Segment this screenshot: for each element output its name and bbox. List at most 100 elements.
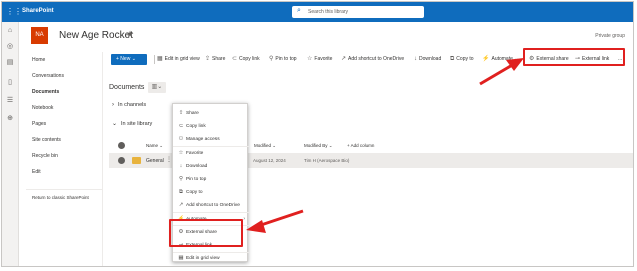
- globe-icon[interactable]: ◎: [5, 42, 15, 52]
- menu-item-manage-access[interactable]: ⚇ Manage access: [173, 133, 249, 145]
- edit-grid-view-button[interactable]: ▦ Edit in grid view: [157, 54, 200, 65]
- download-icon: ↓: [414, 56, 417, 62]
- share-icon: ⇪: [205, 56, 211, 62]
- chevron-down-icon: ⌄: [328, 143, 333, 148]
- command-label: Download: [419, 56, 442, 62]
- star-icon[interactable]: ★: [126, 29, 134, 40]
- menu-item-label: Pin to top: [186, 177, 207, 182]
- copy-to-button[interactable]: ⧉ Copy to: [450, 54, 474, 65]
- chevron-down-icon: ⌄: [112, 121, 118, 127]
- waffle-icon[interactable]: ⋮⋮: [6, 7, 22, 17]
- select-all-checkbox[interactable]: [118, 142, 125, 149]
- nav-item-documents[interactable]: Documents: [32, 89, 59, 95]
- command-label: Pin to top: [275, 56, 297, 62]
- site-logo[interactable]: NA: [31, 27, 48, 44]
- column-header-modified-by[interactable]: Modified By ⌄: [304, 143, 333, 149]
- section-in-site-library[interactable]: ⌄ In site library: [112, 120, 152, 127]
- command-divider: [154, 55, 155, 64]
- row-checkbox[interactable]: [118, 157, 125, 164]
- favorite-button[interactable]: ☆ Favorite: [307, 54, 332, 65]
- highlight-box-context-menu: [169, 219, 243, 247]
- column-label: Name: [146, 143, 159, 148]
- download-icon: ↓: [179, 163, 183, 169]
- share-button[interactable]: ⇪ Share: [205, 54, 225, 65]
- add-icon[interactable]: ⊕: [5, 114, 15, 124]
- star-icon: ☆: [178, 150, 184, 156]
- grid-icon: ▦: [178, 255, 184, 261]
- star-icon: ☆: [307, 56, 313, 62]
- search-box[interactable]: ⌕ Search this library: [292, 6, 424, 18]
- pin-icon: ⚲: [269, 56, 274, 62]
- row-modified: August 12, 2024: [253, 158, 286, 163]
- copy-link-button[interactable]: ⊂ Copy link: [232, 54, 260, 65]
- column-header-modified[interactable]: Modified ⌄: [254, 143, 276, 149]
- column-label: Modified: [254, 143, 272, 148]
- chevron-right-icon: ›: [243, 216, 245, 222]
- privacy-label: Private group: [595, 33, 625, 39]
- folder-icon: [132, 157, 141, 164]
- library-view-icon[interactable]: ▥⌄: [148, 82, 166, 93]
- command-label: Favorite: [314, 56, 333, 62]
- menu-item-label: Add shortcut to OneDrive: [186, 203, 240, 208]
- nav-item-notebook[interactable]: Notebook: [32, 105, 53, 111]
- return-classic-link[interactable]: Return to classic SharePoint: [32, 195, 89, 200]
- suite-bar: ⋮⋮ SharePoint ⌕ Search this library: [2, 2, 633, 22]
- chevron-right-icon: ›: [112, 102, 114, 108]
- highlight-box-command-bar: [523, 48, 625, 66]
- chevron-down-icon: ⌄: [131, 56, 136, 62]
- grid-icon: ▦: [157, 56, 163, 62]
- document-icon[interactable]: ▯: [5, 78, 15, 88]
- command-label: Copy link: [239, 56, 260, 62]
- row-name[interactable]: General: [146, 158, 164, 164]
- command-label: Copy to: [456, 56, 474, 62]
- menu-item-label: Copy link: [186, 124, 206, 129]
- nav-divider: [26, 189, 103, 190]
- library-title[interactable]: Documents: [109, 84, 144, 91]
- command-label: Edit in grid view: [164, 56, 200, 62]
- people-icon: ⚇: [178, 136, 184, 142]
- menu-item-edit-grid-view[interactable]: ▦ Edit in grid view: [173, 252, 249, 264]
- menu-item-copy-link[interactable]: ⊂ Copy link: [173, 120, 249, 132]
- pin-to-top-button[interactable]: ⚲ Pin to top: [269, 54, 297, 65]
- download-button[interactable]: ↓ Download: [414, 54, 441, 65]
- home-icon[interactable]: ⌂: [5, 26, 15, 36]
- nav-item-edit[interactable]: Edit: [32, 169, 41, 175]
- menu-item-share[interactable]: ⇪ Share: [173, 107, 249, 119]
- menu-item-pin-to-top[interactable]: ⚲ Pin to top: [173, 173, 249, 185]
- copy-icon: ⧉: [179, 189, 183, 195]
- share-icon: ⇪: [178, 110, 184, 116]
- automate-icon: ⚡: [482, 56, 490, 62]
- brand-label[interactable]: SharePoint: [22, 8, 54, 14]
- site-title[interactable]: New Age Rocket: [59, 30, 133, 41]
- sharepoint-window: ⋮⋮ SharePoint ⌕ Search this library ⌂ ◎ …: [1, 1, 634, 267]
- menu-item-favorite[interactable]: ☆ Favorite: [173, 147, 249, 159]
- nav-item-site-contents[interactable]: Site contents: [32, 137, 61, 143]
- add-column-button[interactable]: + Add column: [347, 143, 374, 148]
- command-label: Add shortcut to OneDrive: [348, 56, 405, 62]
- add-shortcut-button[interactable]: ↗ Add shortcut to OneDrive: [341, 54, 404, 65]
- menu-item-label: Edit in grid view: [186, 256, 220, 261]
- menu-item-download[interactable]: ↓ Download: [173, 160, 249, 172]
- link-icon: ⊂: [232, 56, 238, 62]
- new-button-label: + New: [116, 56, 131, 62]
- section-in-channels[interactable]: › In channels: [112, 102, 146, 108]
- nav-item-recycle-bin[interactable]: Recycle bin: [32, 153, 58, 159]
- nav-item-conversations[interactable]: Conversations: [32, 73, 64, 79]
- command-label: Automate: [491, 56, 513, 62]
- new-button[interactable]: + New ⌄: [111, 54, 147, 65]
- column-header-name[interactable]: Name ⌄: [146, 143, 163, 149]
- shortcut-icon: ↗: [178, 202, 184, 208]
- news-icon[interactable]: ▤: [5, 58, 15, 68]
- nav-item-home[interactable]: Home: [32, 57, 45, 63]
- menu-item-add-shortcut[interactable]: ↗ Add shortcut to OneDrive: [173, 199, 249, 211]
- shortcut-icon: ↗: [341, 56, 347, 62]
- menu-item-copy-to[interactable]: ⧉ Copy to: [173, 186, 249, 198]
- nav-item-pages[interactable]: Pages: [32, 121, 46, 127]
- row-modified-by: Tim H (Aerospace Bio): [304, 158, 350, 163]
- automate-button[interactable]: ⚡ Automate ⌄: [482, 54, 518, 65]
- link-icon: ⊂: [178, 123, 184, 129]
- section-label: In channels: [118, 102, 147, 108]
- search-icon: ⌕: [297, 7, 301, 14]
- chevron-down-icon: ⌄: [159, 143, 164, 148]
- lists-icon[interactable]: ☰: [5, 96, 15, 106]
